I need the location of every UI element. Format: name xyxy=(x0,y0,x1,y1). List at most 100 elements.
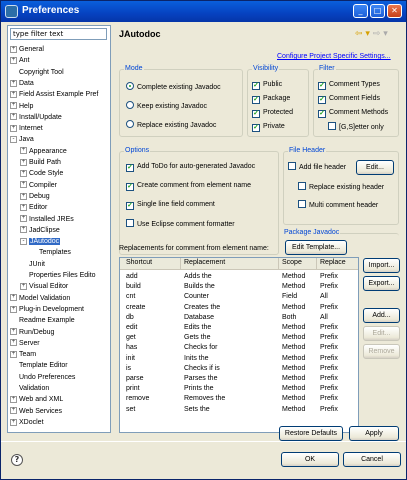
expand-icon[interactable]: + xyxy=(10,79,17,87)
eclipse-formatter-checkbox[interactable]: Use Eclipse comment formatter xyxy=(126,219,235,230)
tree-item[interactable]: + Help xyxy=(10,101,33,112)
visibility-public-checkbox[interactable]: ✓ Public xyxy=(252,80,282,90)
tree-item[interactable]: + Ant xyxy=(10,55,30,66)
add-todo-checkbox[interactable]: ✓ Add ToDo for auto-generated Javadoc xyxy=(126,162,255,172)
multi-header-checkbox[interactable]: Multi comment header xyxy=(298,200,378,211)
mode-replace-radio[interactable]: Replace existing Javadoc xyxy=(126,120,216,131)
filter-types-checkbox[interactable]: ✓ Comment Types xyxy=(318,80,380,90)
tree-item[interactable]: Templates xyxy=(30,247,71,258)
apply-button[interactable]: Apply xyxy=(349,426,399,441)
cancel-button[interactable]: Cancel xyxy=(343,452,401,467)
table-row[interactable]: create Creates the Method Prefix xyxy=(120,303,358,312)
expand-icon[interactable]: + xyxy=(10,418,17,426)
visibility-package-checkbox[interactable]: ✓ Package xyxy=(252,94,290,104)
filter-methods-checkbox[interactable]: ✓ Comment Methods xyxy=(318,108,388,118)
expand-icon[interactable]: + xyxy=(10,45,17,53)
expand-icon[interactable]: + xyxy=(20,158,27,166)
expand-icon[interactable]: + xyxy=(20,282,27,290)
expand-icon[interactable]: + xyxy=(10,328,17,336)
expand-icon[interactable]: + xyxy=(10,90,17,98)
tree-item[interactable]: Properties Files Edito xyxy=(20,270,96,281)
column-divider[interactable] xyxy=(180,258,181,270)
expand-icon[interactable]: + xyxy=(20,192,27,200)
tree-item[interactable]: + Run/Debug xyxy=(10,327,54,338)
add-file-header-checkbox[interactable]: Add file header xyxy=(288,162,346,173)
expand-icon[interactable]: + xyxy=(10,395,17,403)
tree-item[interactable]: + Web Services xyxy=(10,406,62,417)
table-row[interactable]: has Checks for Method Prefix xyxy=(120,343,358,352)
visibility-private-checkbox[interactable]: ✓ Private xyxy=(252,122,285,132)
close-button[interactable]: ✕ xyxy=(387,4,402,18)
tree-item[interactable]: + Install/Update xyxy=(10,112,62,123)
table-row[interactable]: build Builds the Method Prefix xyxy=(120,282,358,291)
expand-icon[interactable]: + xyxy=(10,102,17,110)
tree-item[interactable]: Copyright Tool xyxy=(10,67,64,78)
expand-icon[interactable]: + xyxy=(10,56,17,64)
expand-icon[interactable]: + xyxy=(10,339,17,347)
tree-item[interactable]: + Build Path xyxy=(20,157,61,168)
maximize-button[interactable]: □ xyxy=(370,4,385,18)
edit-template-button[interactable]: Edit Template... xyxy=(285,240,347,255)
tree-item[interactable]: + Team xyxy=(10,349,36,360)
col-shortcut[interactable]: Shortcut xyxy=(126,259,152,266)
tree-item[interactable]: Template Editor xyxy=(10,360,68,371)
filter-input[interactable]: type filter text xyxy=(10,28,107,40)
tree-item[interactable]: Readme Example xyxy=(10,315,75,326)
title-bar[interactable]: Preferences _ □ ✕ xyxy=(1,1,406,22)
tree-item[interactable]: + General xyxy=(10,44,44,55)
visibility-protected-checkbox[interactable]: ✓ Protected xyxy=(252,108,293,118)
expand-icon[interactable]: + xyxy=(10,407,17,415)
configure-project-link[interactable]: Configure Project Specific Settings... xyxy=(277,53,391,60)
create-comment-checkbox[interactable]: ✓ Create comment from element name xyxy=(126,181,251,191)
getter-only-checkbox[interactable]: [G,S]etter only xyxy=(328,122,384,133)
expand-icon[interactable]: + xyxy=(20,203,27,211)
col-replace[interactable]: Replace xyxy=(320,259,346,266)
back-arrow-icon[interactable]: ⇦ ▾ xyxy=(355,29,370,39)
tree-item[interactable]: Undo Preferences xyxy=(10,372,75,383)
tree-item[interactable]: + Internet xyxy=(10,123,43,134)
table-row[interactable]: is Checks if is Method Prefix xyxy=(120,364,358,373)
tree-item[interactable]: + Plug-in Development xyxy=(10,304,84,315)
tree-item[interactable]: + Installed JREs xyxy=(20,214,74,225)
minimize-button[interactable]: _ xyxy=(353,4,368,18)
expand-icon[interactable]: + xyxy=(20,226,27,234)
add-button[interactable]: Add... xyxy=(363,308,400,323)
tree-item[interactable]: - Java xyxy=(10,134,34,145)
tree-item[interactable]: + JadClipse xyxy=(20,225,60,236)
table-row[interactable]: db Database Both All xyxy=(120,313,358,322)
mode-complete-radio[interactable]: Complete existing Javadoc xyxy=(126,82,221,93)
tree-item[interactable]: + Web and XML xyxy=(10,394,63,405)
ok-button[interactable]: OK xyxy=(281,452,339,467)
column-divider[interactable] xyxy=(316,258,317,270)
expand-icon[interactable]: + xyxy=(20,181,27,189)
expand-icon[interactable]: + xyxy=(10,294,17,302)
tree-item[interactable]: + Server xyxy=(10,338,40,349)
tree-item[interactable]: Validation xyxy=(10,383,49,394)
replace-header-checkbox[interactable]: Replace existing header xyxy=(298,182,384,193)
table-row[interactable]: cnt Counter Field All xyxy=(120,292,358,301)
mode-keep-radio[interactable]: Keep existing Javadoc xyxy=(126,101,207,112)
table-row[interactable]: get Gets the Method Prefix xyxy=(120,333,358,342)
tree-item[interactable]: + Compiler xyxy=(20,180,57,191)
table-row[interactable]: add Adds the Method Prefix xyxy=(120,272,358,281)
table-row[interactable]: print Prints the Method Prefix xyxy=(120,384,358,393)
filter-fields-checkbox[interactable]: ✓ Comment Fields xyxy=(318,94,380,104)
expand-icon[interactable]: + xyxy=(20,169,27,177)
col-replacement[interactable]: Replacement xyxy=(184,259,225,266)
table-row[interactable]: edit Edits the Method Prefix xyxy=(120,323,358,332)
expand-icon[interactable]: + xyxy=(10,113,17,121)
remove-button[interactable]: Remove xyxy=(363,344,400,359)
restore-defaults-button[interactable]: Restore Defaults xyxy=(279,426,343,441)
column-divider[interactable] xyxy=(278,258,279,270)
edit-header-button[interactable]: Edit... xyxy=(356,160,394,175)
collapse-icon[interactable]: - xyxy=(10,136,17,144)
expand-icon[interactable]: + xyxy=(20,147,27,155)
tree-item[interactable]: + Code Style xyxy=(20,168,63,179)
table-row[interactable]: set Sets the Method Prefix xyxy=(120,405,358,414)
forward-arrow-icon[interactable]: ⇨ ▾ xyxy=(373,29,388,39)
collapse-icon[interactable]: - xyxy=(20,237,27,245)
expand-icon[interactable]: + xyxy=(20,215,27,223)
expand-icon[interactable]: + xyxy=(10,350,17,358)
tree-item[interactable]: - JAutodoc xyxy=(20,236,61,247)
import-button[interactable]: Import... xyxy=(363,258,400,273)
